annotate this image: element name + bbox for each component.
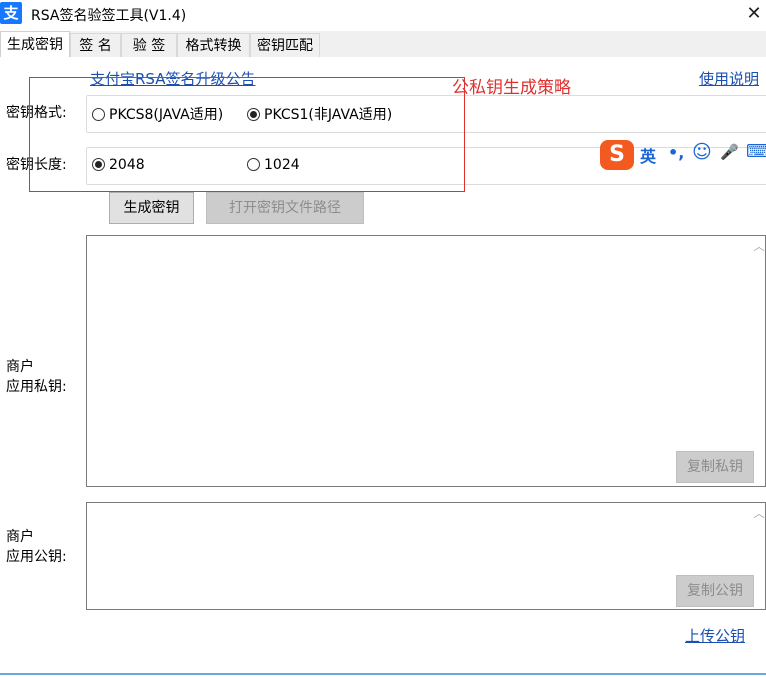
public-key-textarea[interactable] — [86, 502, 766, 610]
sogou-logo-icon[interactable]: S — [600, 140, 634, 170]
private-key-label-line1: 商户 — [6, 359, 34, 375]
bottom-border — [0, 673, 766, 675]
help-link[interactable]: 使用说明 — [699, 68, 759, 89]
private-scroll-up-icon[interactable]: ︿ — [752, 238, 766, 254]
window-title: RSA签名验签工具(V1.4) — [31, 8, 187, 24]
open-key-path-button[interactable]: 打开密钥文件路径 — [206, 192, 364, 224]
ime-english-mode[interactable]: 英 — [640, 143, 656, 167]
title-bar: 支 RSA签名验签工具(V1.4) ✕ — [0, 0, 766, 31]
generate-key-button[interactable]: 生成密钥 — [109, 192, 194, 224]
emoji-icon[interactable]: ☺ — [692, 141, 712, 163]
punctuation-icon[interactable]: •, — [668, 143, 684, 162]
tab-sign[interactable]: 签 名 — [70, 33, 121, 57]
alipay-app-icon: 支 — [0, 2, 22, 24]
copy-public-key-button[interactable]: 复制公钥 — [676, 575, 754, 607]
annotation-text: 公私钥生成策略 — [452, 78, 571, 98]
public-key-label-line2: 应用公钥: — [6, 549, 67, 565]
public-scroll-up-icon[interactable]: ︿ — [752, 505, 766, 521]
tab-verify[interactable]: 验 签 — [121, 33, 177, 57]
annotation-rectangle — [29, 77, 465, 192]
keyboard-icon[interactable]: ⌨ — [746, 141, 766, 162]
tab-generate-key[interactable]: 生成密钥 — [0, 31, 70, 58]
tab-format-convert[interactable]: 格式转换 — [177, 33, 250, 57]
private-key-textarea[interactable] — [86, 235, 766, 487]
upload-public-key-link[interactable]: 上传公钥 — [685, 625, 745, 646]
copy-private-key-button[interactable]: 复制私钥 — [676, 451, 754, 483]
private-key-label-line2: 应用私钥: — [6, 379, 67, 395]
close-icon[interactable]: ✕ — [744, 3, 764, 25]
tab-key-match[interactable]: 密钥匹配 — [250, 33, 320, 57]
ime-toolbar: S 英 •, ☺ 🎤 ⌨ — [598, 140, 766, 172]
public-key-label-line1: 商户 — [6, 529, 34, 545]
microphone-icon[interactable]: 🎤 — [720, 143, 739, 161]
